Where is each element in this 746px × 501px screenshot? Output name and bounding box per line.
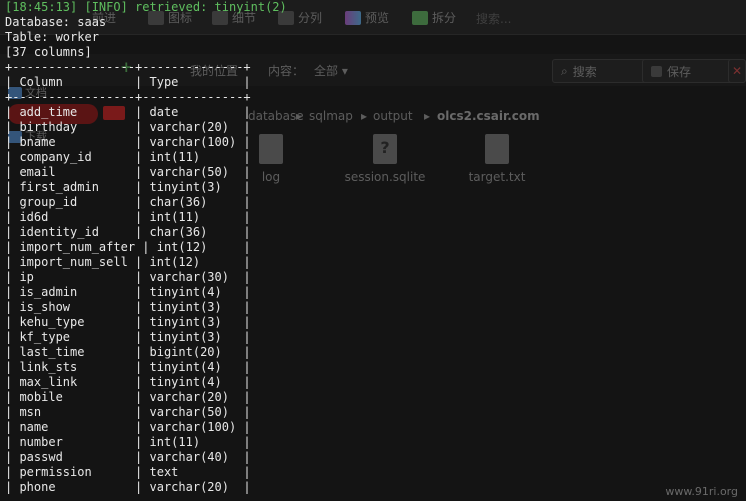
toolbar-search-input[interactable]: 搜索... [476, 10, 511, 27]
content-filter-select[interactable]: 全部 ▾ [314, 62, 348, 79]
save-button[interactable]: 保存 [642, 59, 740, 83]
table-line: Table: worker [5, 30, 99, 44]
unknown-file-icon [373, 134, 397, 164]
breadcrumb-item-sqlmap[interactable]: sqlmap [309, 109, 353, 123]
table-row: | first_admin | tinyint(3) | [5, 180, 251, 194]
table-header: | Column | Type | [5, 75, 251, 89]
table-row: | is_admin | tinyint(4) | [5, 285, 251, 299]
table-row: | add_time | date | [5, 105, 251, 119]
split-button[interactable]: 拆分 [412, 9, 456, 26]
table-row: | import_num_sell | int(12) | [5, 255, 251, 269]
table-row: | email | varchar(50) | [5, 165, 251, 179]
table-row: | id6d | int(11) | [5, 210, 251, 224]
breadcrumb-separator: ▸ [296, 109, 303, 123]
table-row: | mobile | varchar(20) | [5, 390, 251, 404]
split-icon [412, 10, 428, 25]
breadcrumb-item-output[interactable]: output [373, 109, 413, 123]
table-row: | birthday | varchar(20) | [5, 120, 251, 134]
table-row: | max_link | tinyint(4) | [5, 375, 251, 389]
table-row: | link_sts | tinyint(4) | [5, 360, 251, 374]
document-icon [485, 134, 509, 164]
table-row: | msn | varchar(50) | [5, 405, 251, 419]
binoculars-icon: ⌕ [561, 63, 568, 78]
table-row: | bname | varchar(100) | [5, 135, 251, 149]
table-row: | is_show | tinyint(3) | [5, 300, 251, 314]
table-border: +-----------------+--------------+ [5, 60, 251, 74]
table-border: +-----------------+--------------+ [5, 90, 251, 104]
breadcrumb-item-current[interactable]: olcs2.csair.com [437, 109, 540, 123]
table-row: | last_time | bigint(20) | [5, 345, 251, 359]
table-row: | import_num_after | int(12) | [5, 240, 251, 254]
database-line: Database: saas [5, 15, 107, 29]
watermark: www.91ri.org [665, 485, 738, 498]
close-button[interactable]: ✕ [728, 59, 746, 83]
breadcrumb-separator: ▸ [361, 109, 368, 123]
preview-button[interactable]: 预览 [345, 9, 389, 26]
chevron-down-icon: ▾ [341, 64, 348, 78]
column-rows: | add_time | date | | birthday | varchar(… [5, 105, 287, 495]
file-item-target-txt[interactable]: target.txt [452, 134, 542, 184]
file-item-session-sqlite[interactable]: session.sqlite [340, 134, 430, 184]
table-row: | identity_id | char(36) | [5, 225, 251, 239]
terminal-output[interactable]: [18:45:13] [INFO] retrieved: tinyint(2) D… [5, 0, 287, 495]
save-icon [651, 65, 662, 77]
preview-icon [345, 10, 361, 25]
close-icon: ✕ [732, 64, 743, 78]
table-row: | passwd | varchar(40) | [5, 450, 251, 464]
table-row: | kehu_type | tinyint(3) | [5, 315, 251, 329]
table-row: | name | varchar(100) | [5, 420, 251, 434]
table-row: | phone | varchar(20) | [5, 480, 251, 494]
table-row: | group_id | char(36) | [5, 195, 251, 209]
table-row: | kf_type | tinyint(3) | [5, 330, 251, 344]
table-row: | permission | text | [5, 465, 251, 479]
table-row: | number | int(11) | [5, 435, 251, 449]
breadcrumb-separator: ▸ [424, 109, 431, 123]
table-row: | company_id | int(11) | [5, 150, 251, 164]
info-log-line: [18:45:13] [INFO] retrieved: tinyint(2) [5, 0, 287, 14]
columns-count-line: [37 columns] [5, 45, 92, 59]
search-button[interactable]: ⌕ 搜索 [552, 59, 654, 83]
table-row: | ip | varchar(30) | [5, 270, 251, 284]
